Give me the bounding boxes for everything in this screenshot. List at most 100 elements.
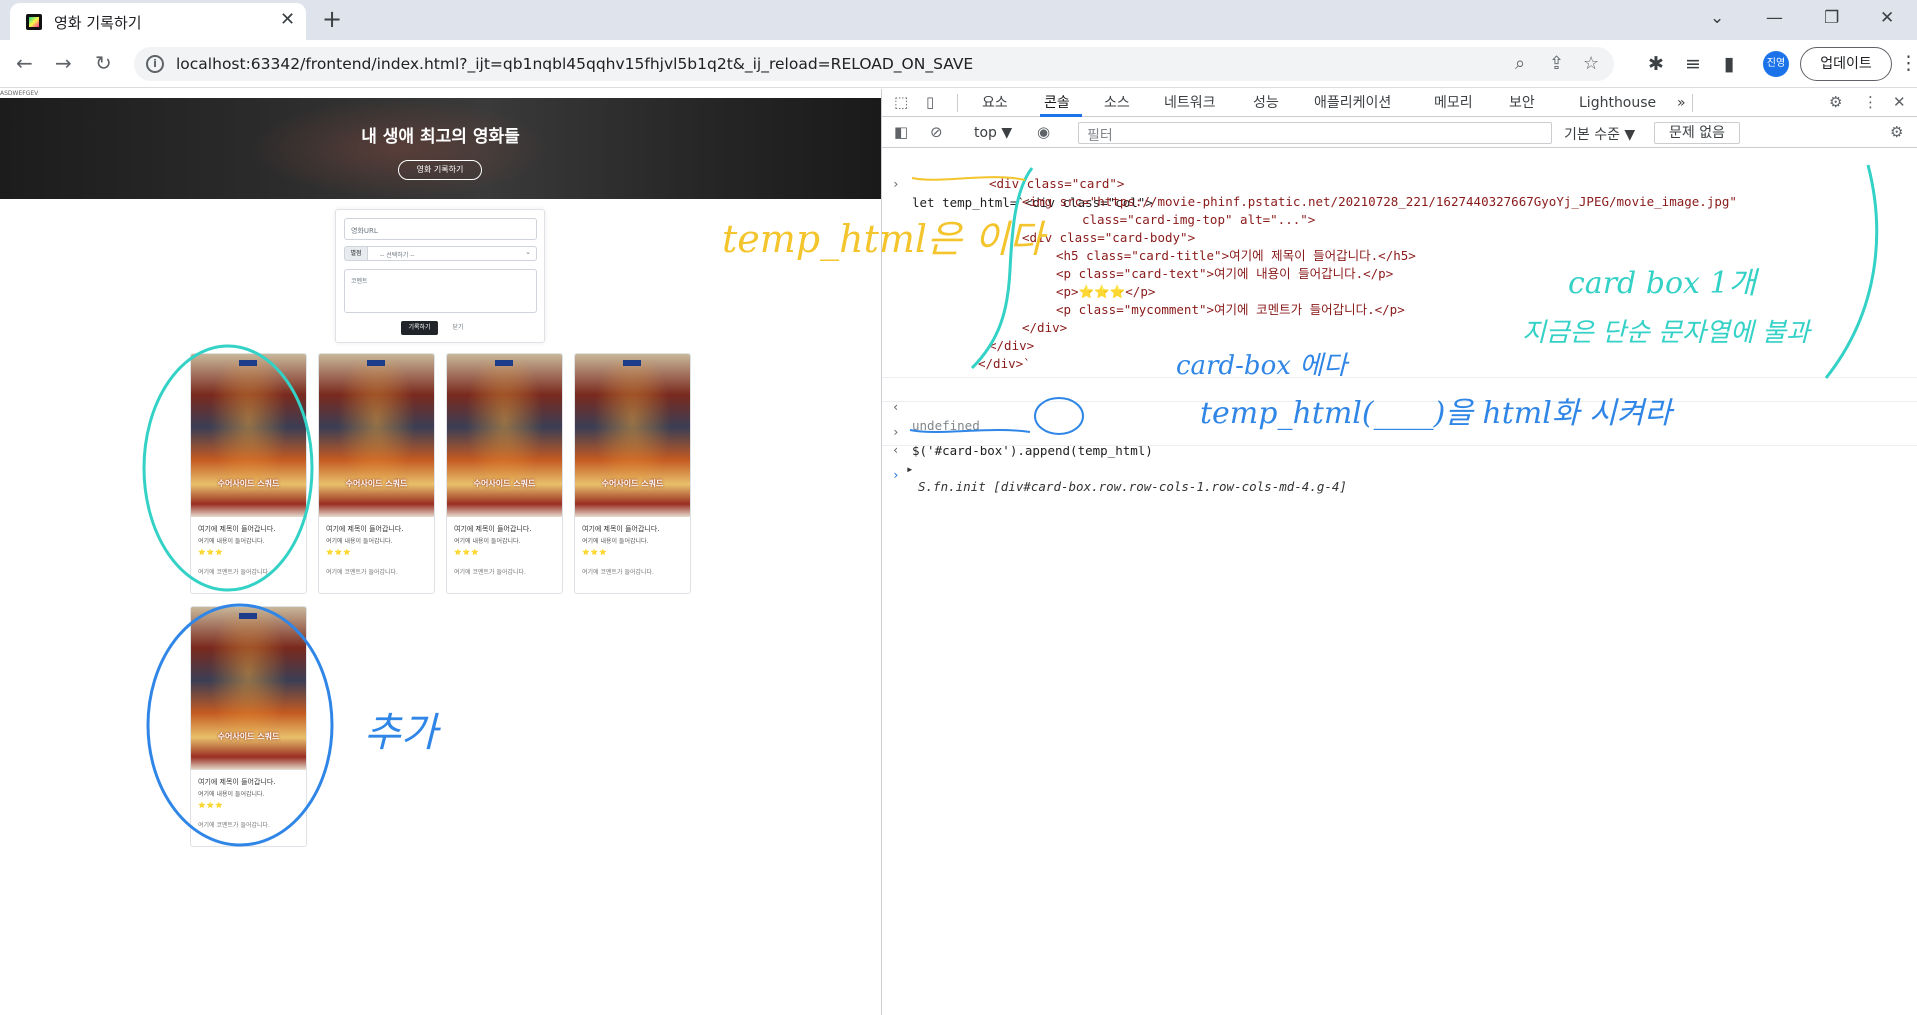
console-filter-input[interactable]: 필터 — [1078, 122, 1552, 144]
movie-card-appended[interactable]: 수어사이드 스쿼드 여기에 제목이 들어갑니다. 여기에 내용이 들어갑니다. … — [190, 606, 307, 847]
star-rating: ⭐⭐⭐ — [582, 549, 608, 556]
movie-poster-image: 수어사이드 스쿼드 — [447, 354, 562, 517]
context-select[interactable]: top ▼ — [974, 125, 1012, 141]
minimize-icon[interactable]: — — [1766, 6, 1783, 30]
rating-badge-icon — [239, 613, 257, 619]
reload-icon[interactable]: ↻ — [95, 50, 112, 76]
browser-toolbar: ← → ↻ i localhost:63342/frontend/index.h… — [0, 40, 1917, 88]
close-window-icon[interactable]: ✕ — [1880, 6, 1894, 30]
card-text: 여기에 내용이 들어갑니다. — [326, 538, 393, 545]
record-movie-button[interactable]: 영화 기록하기 — [398, 160, 482, 180]
movie-poster-image: 수어사이드 스쿼드 — [191, 607, 306, 770]
address-bar[interactable]: i localhost:63342/frontend/index.html?_i… — [134, 47, 1614, 81]
clear-console-icon[interactable]: ⊘ — [930, 123, 943, 141]
tab-search-chevron-icon[interactable]: ⌄ — [1710, 6, 1724, 30]
forward-icon[interactable]: → — [55, 50, 72, 76]
code-line: <div class="card-body"> — [1022, 230, 1196, 245]
close-button[interactable]: 닫기 — [444, 321, 472, 335]
star-rating: ⭐⭐⭐ — [198, 549, 224, 556]
sidebar-toggle-icon[interactable]: ◧ — [894, 123, 908, 141]
settings-gear-icon[interactable]: ⚙ — [1829, 93, 1842, 111]
card-title: 여기에 제목이 들어갑니다. — [198, 525, 276, 533]
site-info-icon[interactable]: i — [146, 55, 164, 73]
rating-badge-icon — [623, 360, 641, 366]
movie-poster-image: 수어사이드 스쿼드 — [575, 354, 690, 517]
console-settings-gear-icon[interactable]: ⚙ — [1890, 123, 1903, 141]
tab-sources[interactable]: 소스 — [1104, 95, 1130, 111]
device-toolbar-icon[interactable]: ▯ — [926, 93, 934, 111]
update-button[interactable]: 업데이트 — [1800, 47, 1892, 81]
rating-select[interactable]: -- 선택하기 -- ⌄ — [367, 246, 537, 261]
card-title: 여기에 제목이 들어갑니다. — [454, 525, 532, 533]
profile-avatar[interactable]: 진영 — [1763, 51, 1789, 77]
code-line: <div class="card"> — [989, 176, 1125, 191]
tab-title: 영화 기록하기 — [54, 14, 142, 32]
tab-application[interactable]: 애플리케이션 — [1314, 95, 1391, 111]
restore-icon[interactable]: ❐ — [1824, 6, 1839, 30]
movie-card[interactable]: 수어사이드 스쿼드 여기에 제목이 들어갑니다. 여기에 내용이 들어갑니다. … — [190, 353, 307, 594]
bookmark-star-icon[interactable]: ☆ — [1583, 53, 1599, 75]
more-tabs-icon[interactable]: » — [1677, 95, 1686, 111]
issues-button[interactable]: 문제 없음 — [1654, 122, 1740, 144]
tab-elements[interactable]: 요소 — [982, 95, 1008, 111]
devtools-menu-icon[interactable]: ⋮ — [1863, 93, 1878, 111]
devtools-tab-bar: ⬚ ▯ 요소 콘솔 소스 네트워크 성능 애플리케이션 메모리 보안 Light… — [882, 89, 1917, 117]
tab-network[interactable]: 네트워크 — [1164, 95, 1216, 111]
side-panel-icon[interactable]: ▮ — [1724, 52, 1734, 76]
divider — [882, 445, 1917, 446]
url-text[interactable]: localhost:63342/frontend/index.html?_ijt… — [176, 55, 973, 73]
code-line: <p>⭐⭐⭐</p> — [1056, 284, 1156, 299]
extensions-puzzle-icon[interactable]: ✱ — [1648, 52, 1664, 76]
debug-text: ASDWEFGEV — [0, 90, 39, 97]
input-prompt-icon: › — [892, 176, 900, 192]
live-expression-eye-icon[interactable]: ◉ — [1037, 123, 1050, 141]
hero-title: 내 생애 최고의 영화들 — [361, 127, 520, 147]
rating-badge-icon — [367, 360, 385, 366]
poster-title: 수어사이드 스쿼드 — [601, 479, 664, 488]
close-devtools-icon[interactable]: ✕ — [1893, 93, 1906, 111]
inspect-element-icon[interactable]: ⬚ — [894, 93, 908, 111]
chevron-down-icon: ⌄ — [525, 248, 531, 256]
back-icon[interactable]: ← — [16, 50, 33, 76]
tab-security[interactable]: 보안 — [1509, 95, 1535, 111]
new-tab-button[interactable]: + — [322, 4, 342, 34]
close-tab-icon[interactable]: ✕ — [280, 9, 295, 31]
zoom-search-icon[interactable]: ⌕ — [1515, 53, 1525, 75]
browser-menu-icon[interactable]: ⋮ — [1899, 52, 1917, 74]
console-toolbar: ◧ ⊘ top ▼ ◉ 필터 기본 수준 ▼ 문제 없음 ⚙ — [882, 118, 1917, 148]
annotation-card-box: card-box 에다 — [1176, 351, 1347, 381]
active-tab-indicator — [1040, 114, 1082, 117]
tab-console[interactable]: 콘솔 — [1044, 95, 1070, 111]
card-comment: 여기에 코멘트가 들어갑니다. — [326, 569, 398, 576]
card-comment: 여기에 코멘트가 들어갑니다. — [198, 569, 270, 576]
active-tab[interactable]: 영화 기록하기 ✕ — [10, 3, 306, 40]
rating-badge-icon — [239, 360, 257, 366]
movie-card[interactable]: 수어사이드 스쿼드 여기에 제목이 들어갑니다. 여기에 내용이 들어갑니다. … — [318, 353, 435, 594]
hero-banner: 내 생애 최고의 영화들 영화 기록하기 — [0, 98, 881, 199]
code-line: </div> — [1022, 320, 1068, 335]
movie-card[interactable]: 수어사이드 스쿼드 여기에 제목이 들어갑니다. 여기에 내용이 들어갑니다. … — [446, 353, 563, 594]
log-levels-select[interactable]: 기본 수준 ▼ — [1564, 124, 1635, 144]
annotation-added: 추가 — [364, 710, 438, 756]
tab-memory[interactable]: 메모리 — [1434, 95, 1473, 111]
annotation-just-string: 지금은 단순 문자열에 불과 — [1522, 318, 1810, 348]
tab-strip: 영화 기록하기 ✕ + ⌄ — ❐ ✕ — [0, 0, 1917, 40]
media-control-icon[interactable]: ≡ — [1685, 52, 1701, 76]
tab-performance[interactable]: 성능 — [1253, 95, 1279, 111]
divider — [882, 377, 1917, 378]
movie-url-input[interactable]: 영화URL — [344, 218, 537, 240]
code-line: <img src="https://movie-phinf.pstatic.ne… — [1022, 194, 1737, 209]
tab-lighthouse[interactable]: Lighthouse — [1579, 95, 1656, 111]
card-text: 여기에 내용이 들어갑니다. — [198, 791, 265, 798]
card-text: 여기에 내용이 들어갑니다. — [454, 538, 521, 545]
movie-card[interactable]: 수어사이드 스쿼드 여기에 제목이 들어갑니다. 여기에 내용이 들어갑니다. … — [574, 353, 691, 594]
share-icon[interactable]: ⇪ — [1549, 53, 1564, 75]
code-line: <h5 class="card-title">여기에 제목이 들어갑니다.</h… — [1056, 248, 1416, 263]
rating-select-value: -- 선택하기 -- — [380, 252, 415, 259]
console-prompt[interactable]: › — [882, 448, 1917, 503]
submit-button[interactable]: 기록하기 — [401, 321, 438, 335]
annotation-card-box-count: card box 1개 — [1568, 266, 1757, 301]
poster-title: 수어사이드 스쿼드 — [473, 479, 536, 488]
code-line: class="card-img-top" alt="..."> — [1082, 212, 1316, 227]
comment-textarea[interactable]: 코멘트 — [344, 269, 537, 313]
